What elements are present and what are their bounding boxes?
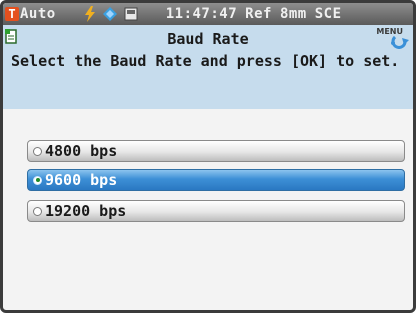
instruction-text: Select the Baud Rate and press [OK] to s… (11, 52, 400, 70)
header-panel: Baud Rate MENU Select the Baud Rate and … (3, 25, 413, 109)
mode-indicator: T (5, 7, 19, 21)
option-9600-bps[interactable]: 9600 bps (27, 169, 405, 191)
aperture-label: 8mm (279, 6, 307, 22)
option-label: 4800 bps (45, 142, 118, 160)
instrument-screen: T Auto 11:47:47 Ref 8mm SCE Baud Rate ME… (0, 0, 416, 313)
option-label: 9600 bps (45, 171, 118, 189)
status-icons (84, 6, 138, 22)
menu-back-button[interactable]: MENU (371, 27, 411, 49)
ref-label: Ref (245, 6, 272, 22)
radio-indicator (33, 146, 42, 156)
radio-indicator-selected (33, 175, 42, 185)
option-4800-bps[interactable]: 4800 bps (27, 140, 405, 162)
page-title: Baud Rate (167, 30, 249, 48)
status-bar: T Auto 11:47:47 Ref 8mm SCE (3, 3, 413, 25)
flash-icon (84, 6, 95, 22)
option-19200-bps[interactable]: 19200 bps (27, 200, 405, 222)
memory-card-icon (124, 7, 138, 21)
radio-indicator (33, 206, 42, 216)
status-readout: 11:47:47 Ref 8mm SCE (166, 6, 342, 22)
clock-time: 11:47:47 (165, 6, 238, 22)
connection-icon (102, 7, 117, 21)
option-label: 19200 bps (45, 202, 127, 220)
return-arrow-icon (391, 35, 409, 49)
mode-label: Auto (20, 6, 56, 22)
specular-mode-label: SCE (314, 6, 342, 22)
